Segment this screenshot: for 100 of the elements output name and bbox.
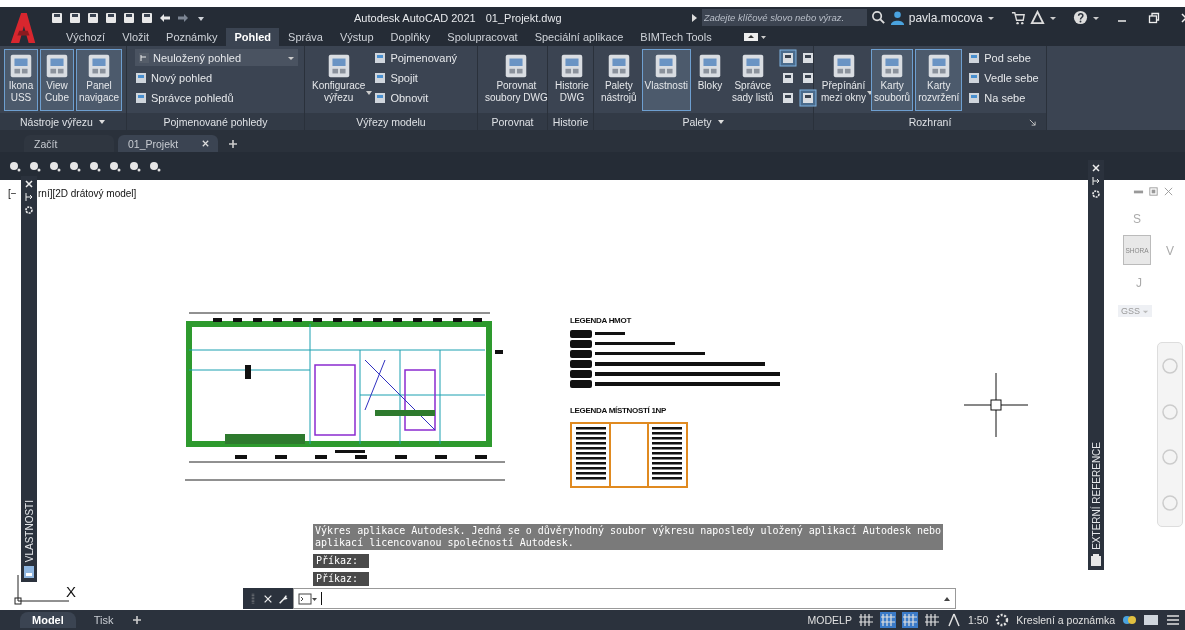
viewport-label[interactable]: [−	[8, 188, 17, 199]
file-tab[interactable]: 01_Projekt	[118, 135, 218, 152]
ribbon-button[interactable]: Ikona USS	[4, 49, 38, 111]
ribbon-button[interactable]: Vedle sebe	[968, 69, 1039, 86]
tool-icon[interactable]	[108, 159, 122, 173]
ribbon-button[interactable]: Obnovit	[374, 89, 458, 106]
expand-icon[interactable]	[689, 12, 698, 23]
layout-tab[interactable]: Tisk	[81, 612, 126, 628]
ribbon-tab[interactable]: Výchozí	[58, 28, 114, 46]
drafting-toggle-icon[interactable]	[879, 612, 896, 628]
gear-icon[interactable]	[994, 612, 1011, 628]
drafting-toggle-icon[interactable]	[923, 612, 940, 628]
pin-icon[interactable]	[1091, 176, 1101, 186]
folder-icon[interactable]	[1090, 553, 1102, 567]
toolbar-icon[interactable]	[122, 10, 136, 25]
palette-icon[interactable]	[778, 49, 797, 67]
user-name[interactable]: pavla.mocova	[908, 10, 983, 25]
toolbar-icon[interactable]	[104, 10, 118, 25]
toolbar-icon[interactable]	[86, 10, 100, 25]
layout-tab[interactable]: Model	[20, 612, 76, 628]
drafting-toggle-icon[interactable]	[901, 612, 918, 628]
settings-icon[interactable]	[1091, 189, 1101, 199]
ribbon-button[interactable]: Karty rozvržení	[915, 49, 963, 111]
tool-icon	[968, 91, 981, 104]
wrench-icon[interactable]	[278, 592, 288, 605]
ribbon-button[interactable]: Správce pohledů	[135, 89, 298, 106]
panel-title[interactable]: Palety	[594, 113, 813, 130]
settings-icon[interactable]	[24, 205, 34, 215]
workspace-dropdown[interactable]: Kreslení a poznámka	[1016, 614, 1115, 626]
cart-icon[interactable]	[1010, 10, 1026, 25]
tool-icon[interactable]	[128, 159, 142, 173]
space-toggle[interactable]: MODELP	[807, 614, 852, 626]
ribbon-button[interactable]: Historie DWG	[552, 49, 592, 111]
ribbon-tab[interactable]: Pohled	[226, 28, 280, 46]
ribbon-button[interactable]: Vlastnosti	[641, 49, 691, 111]
tool-icon	[374, 71, 387, 84]
tool-icon[interactable]	[88, 159, 102, 173]
ribbon-tab[interactable]: Vložit	[114, 28, 158, 46]
properties-icon[interactable]	[23, 565, 35, 579]
prompt-icon[interactable]	[298, 592, 318, 605]
ribbon-tab[interactable]: Správa	[280, 28, 331, 46]
ribbon-button[interactable]: Konfigurace výřezu	[309, 49, 369, 111]
scale-dropdown[interactable]: 1:50	[967, 614, 989, 626]
pin-icon[interactable]	[24, 192, 34, 202]
panel-title[interactable]: Porovnat	[478, 113, 547, 130]
panel-title[interactable]: Rozhraní	[814, 113, 1046, 130]
ribbon-button[interactable]: Správce sady listů	[728, 49, 777, 111]
window-title: Autodesk AutoCAD 2021	[354, 11, 476, 24]
tool-icon[interactable]	[8, 159, 22, 173]
ribbon-tab[interactable]: BIMTech Tools	[632, 28, 720, 46]
toolbar-icon[interactable]	[50, 10, 64, 25]
tool-icon[interactable]	[28, 159, 42, 173]
palette-title[interactable]: VLASTNOSTI	[23, 499, 35, 562]
help-icon[interactable]	[1072, 10, 1088, 25]
tool-icon[interactable]	[148, 159, 162, 173]
drafting-toggle-icon[interactable]	[857, 612, 874, 628]
launcher-icon[interactable]	[1029, 119, 1036, 126]
user-icon[interactable]	[889, 10, 905, 25]
search-icon[interactable]	[870, 10, 886, 25]
ribbon-tab[interactable]: Speciální aplikace	[526, 28, 632, 46]
ribbon-tab[interactable]: Doplňky	[382, 28, 439, 46]
ribbon-button[interactable]: Pojmenovaný	[374, 49, 458, 66]
ribbon-button[interactable]: Karty souborů	[871, 49, 914, 111]
ribbon-button[interactable]: Nový pohled	[135, 69, 298, 86]
ribbon-button[interactable]: Na sebe	[968, 89, 1039, 106]
panel-title[interactable]: Historie	[548, 113, 593, 130]
monitor-icon[interactable]	[1143, 612, 1159, 628]
panel-title[interactable]: Pojmenované pohledy	[127, 113, 304, 130]
file-tab[interactable]: Začít	[24, 135, 114, 152]
search-field[interactable]: Zadejte klíčové slovo nebo výraz.	[701, 9, 867, 26]
tool-icon[interactable]	[68, 159, 82, 173]
ribbon-button[interactable]: Porovnat soubory DWG	[482, 49, 551, 111]
ribbon-button[interactable]: Palety nástrojů	[598, 49, 640, 111]
toolbar-icon[interactable]	[140, 10, 154, 25]
ribbon-tab[interactable]: Poznámky	[158, 28, 226, 46]
new-layout-icon[interactable]	[131, 615, 142, 625]
ribbon-button[interactable]: Bloky	[692, 49, 727, 111]
panel-toggle-icon[interactable]	[742, 32, 767, 42]
new-tab-icon[interactable]	[228, 138, 238, 149]
triangle-nodes-icon[interactable]	[1029, 10, 1045, 25]
annotation-icon[interactable]	[945, 612, 962, 628]
palette-icon[interactable]	[798, 89, 817, 107]
viewport-label[interactable]: rní][2D drátový model]	[38, 188, 137, 199]
view-dropdown[interactable]: Neuložený pohled	[135, 49, 298, 66]
restore-icon[interactable]	[1147, 11, 1160, 24]
ribbon-button[interactable]: Panel navigace	[76, 49, 123, 111]
panel-title[interactable]: Nástroje výřezu	[0, 113, 126, 130]
logo-icon[interactable]	[8, 11, 38, 43]
ribbon-tab[interactable]: Spolupracovat	[439, 28, 526, 46]
ribbon-button[interactable]: Spojit	[374, 69, 458, 86]
tool-icon[interactable]	[48, 159, 62, 173]
toolbar-icon[interactable]	[68, 10, 82, 25]
menu-icon[interactable]	[1165, 612, 1181, 628]
ribbon-button[interactable]: View Cube	[40, 49, 74, 111]
ribbon-button[interactable]: Pod sebe	[968, 49, 1039, 66]
palette-title[interactable]: EXTERNÍ REFERENCE	[1090, 442, 1102, 550]
command-input[interactable]	[293, 588, 956, 609]
tool-icon	[968, 51, 981, 64]
panel-title[interactable]: Výřezy modelu	[305, 113, 477, 130]
ribbon-tab[interactable]: Výstup	[331, 28, 382, 46]
